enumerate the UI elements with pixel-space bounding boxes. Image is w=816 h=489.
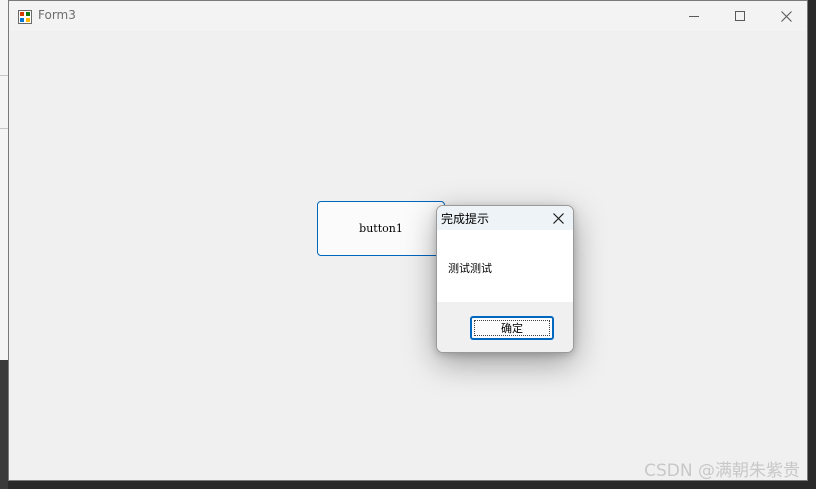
dialog-close-button[interactable]	[543, 206, 573, 230]
focus-rectangle	[474, 320, 550, 336]
dialog-message: 测试测试	[448, 262, 492, 275]
close-button[interactable]	[763, 1, 807, 31]
background-window-edge	[0, 75, 8, 76]
dialog-title-bar[interactable]: 完成提示	[437, 206, 573, 230]
form3-window: Form3 button1	[8, 0, 808, 481]
minimize-button[interactable]	[671, 1, 717, 31]
title-bar[interactable]: Form3	[9, 1, 807, 31]
watermark-text: CSDN @满朝朱紫贵	[644, 461, 800, 481]
dialog-footer: 确定	[437, 302, 573, 352]
window-title: Form3	[38, 8, 76, 22]
button1[interactable]: button1	[317, 201, 445, 256]
message-box-dialog: 完成提示 测试测试 确定	[436, 205, 574, 353]
background-dark-fragment	[0, 360, 8, 489]
background-window-edge	[0, 128, 8, 129]
dialog-body: 测试测试	[437, 230, 573, 302]
app-form-icon	[18, 9, 32, 24]
dialog-title: 完成提示	[441, 212, 490, 226]
ok-button[interactable]: 确定	[470, 316, 554, 340]
form-client-area: button1	[9, 31, 807, 480]
close-icon	[780, 10, 792, 22]
maximize-button[interactable]	[717, 1, 763, 31]
close-icon	[552, 209, 564, 228]
minimize-icon	[689, 11, 699, 21]
maximize-icon	[735, 11, 745, 21]
